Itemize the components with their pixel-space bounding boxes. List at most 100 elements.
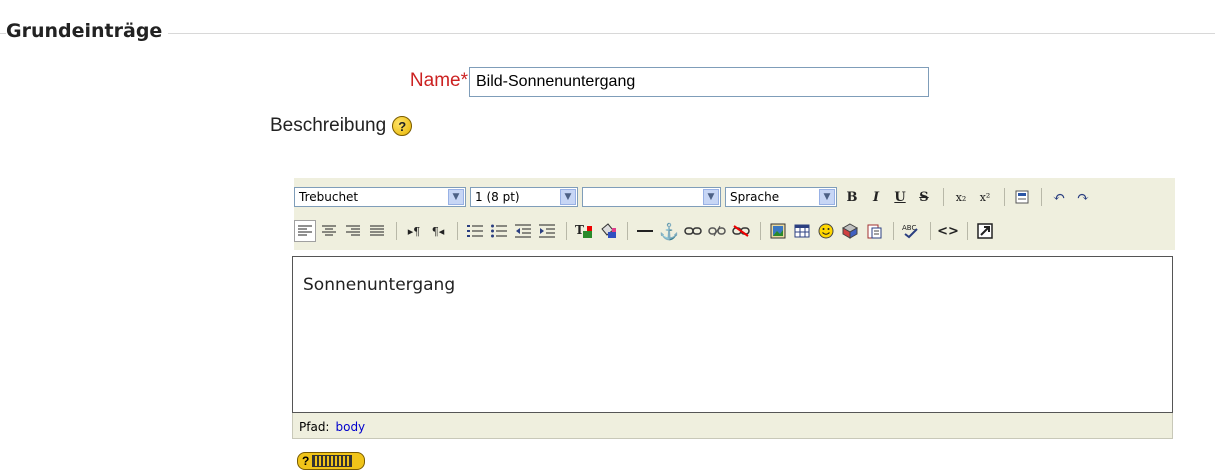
table-icon (794, 224, 810, 238)
chevron-down-icon: ▼ (560, 189, 576, 205)
align-right-button[interactable] (342, 220, 364, 242)
rtl-icon: ¶◂ (431, 224, 445, 238)
name-input[interactable] (469, 67, 929, 97)
strikethrough-button[interactable]: S (913, 186, 935, 208)
help-question-icon: ? (302, 454, 310, 468)
image-icon (770, 223, 786, 239)
paste-special-button[interactable] (863, 220, 885, 242)
nolink-button[interactable] (730, 220, 752, 242)
insert-image-button[interactable] (767, 220, 789, 242)
section-divider (0, 33, 1215, 34)
text-color-icon: T (575, 223, 592, 238)
ordered-list-icon (467, 225, 483, 237)
bold-button[interactable]: B (841, 186, 863, 208)
paste-word-button[interactable] (1011, 186, 1033, 208)
path-label: Pfad: (299, 420, 330, 434)
font-size-value: 1 (8 pt) (475, 190, 520, 204)
ordered-list-button[interactable] (464, 220, 486, 242)
format-select[interactable]: ▼ (582, 187, 721, 207)
insert-smiley-button[interactable] (815, 220, 837, 242)
redo-button[interactable]: ↷ (1072, 186, 1094, 208)
editor-content-area[interactable]: Sonnenuntergang (292, 256, 1173, 413)
rtl-button[interactable]: ¶◂ (427, 220, 449, 242)
keyboard-icon (312, 455, 353, 467)
toolbar-separator (967, 222, 968, 240)
paste-word-icon (1015, 190, 1029, 204)
html-source-button[interactable]: <> (937, 220, 959, 242)
font-size-select[interactable]: 1 (8 pt) ▼ (470, 187, 578, 207)
required-mark: * (460, 70, 468, 91)
justify-button[interactable] (366, 220, 388, 242)
nolink-icon (732, 225, 750, 237)
unordered-list-button[interactable] (488, 220, 510, 242)
link-icon (684, 227, 702, 235)
name-label: Name* (300, 70, 468, 92)
editor-statusbar: Pfad: body (292, 413, 1173, 439)
language-select[interactable]: Sprache ▼ (725, 187, 837, 207)
font-family-select[interactable]: Trebuchet ▼ (294, 187, 466, 207)
description-label: Beschreibung? (270, 115, 413, 137)
insert-object-button[interactable] (839, 220, 861, 242)
spellcheck-button[interactable]: ABC (900, 220, 922, 242)
background-color-button[interactable] (597, 220, 619, 242)
chevron-down-icon: ▼ (819, 189, 835, 205)
undo-button[interactable]: ↶ (1048, 186, 1070, 208)
underline-button[interactable]: U (889, 186, 911, 208)
section-title: Grundeinträge (6, 20, 169, 42)
smiley-icon (818, 223, 834, 239)
toolbar-separator (457, 222, 458, 240)
text-color-button[interactable]: T (573, 220, 595, 242)
fullscreen-icon (977, 223, 993, 239)
link-button[interactable] (682, 220, 704, 242)
toolbar-separator (566, 222, 567, 240)
ltr-icon: ▸¶ (407, 224, 421, 238)
anchor-icon: ⚓ (659, 221, 679, 241)
keyboard-help-button[interactable]: ? (297, 452, 365, 470)
chevron-down-icon: ▼ (703, 189, 719, 205)
unlink-button[interactable] (706, 220, 728, 242)
horizontal-rule-button[interactable] (634, 220, 656, 242)
align-left-button[interactable] (294, 220, 316, 242)
italic-button[interactable]: I (865, 186, 887, 208)
toolbar-row-2: ▸¶ ¶◂ T ⚓ ABC <> (294, 216, 998, 246)
align-center-icon (322, 225, 336, 236)
indent-button[interactable] (536, 220, 558, 242)
subscript-button[interactable]: x₂ (950, 186, 972, 208)
unordered-list-icon (491, 224, 507, 238)
editor-text: Sonnenuntergang (303, 275, 456, 295)
indent-icon (539, 224, 555, 238)
path-link-body[interactable]: body (335, 420, 365, 434)
outdent-icon (515, 224, 531, 238)
chevron-down-icon: ▼ (448, 189, 464, 205)
horizontal-rule-icon (637, 230, 653, 232)
superscript-button[interactable]: x² (974, 186, 996, 208)
align-left-icon (298, 225, 312, 236)
toolbar-separator (760, 222, 761, 240)
align-right-icon (346, 225, 360, 236)
paste-special-icon (867, 224, 882, 239)
toolbar-separator (893, 222, 894, 240)
fullscreen-button[interactable] (974, 220, 996, 242)
help-icon[interactable]: ? (392, 115, 413, 136)
language-value: Sprache (730, 190, 780, 204)
description-label-text: Beschreibung (270, 115, 387, 136)
toolbar-separator (396, 222, 397, 240)
spellcheck-icon: ABC (902, 224, 918, 239)
ltr-button[interactable]: ▸¶ (403, 220, 425, 242)
svg-text:T: T (575, 223, 584, 237)
object-icon (842, 223, 858, 239)
unlink-icon (708, 225, 726, 237)
editor-toolbar: Trebuchet ▼ 1 (8 pt) ▼ ▼ Sprache ▼ B I U… (294, 178, 1175, 250)
toolbar-separator (627, 222, 628, 240)
toolbar-separator (1004, 188, 1005, 206)
toolbar-separator (943, 188, 944, 206)
anchor-button[interactable]: ⚓ (658, 220, 680, 242)
background-color-icon (601, 223, 616, 238)
toolbar-row-1: Trebuchet ▼ 1 (8 pt) ▼ ▼ Sprache ▼ B I U… (294, 182, 1096, 212)
justify-icon (370, 225, 384, 236)
align-center-button[interactable] (318, 220, 340, 242)
outdent-button[interactable] (512, 220, 534, 242)
insert-table-button[interactable] (791, 220, 813, 242)
redo-icon: ↷ (1076, 188, 1090, 206)
font-family-value: Trebuchet (299, 190, 359, 204)
